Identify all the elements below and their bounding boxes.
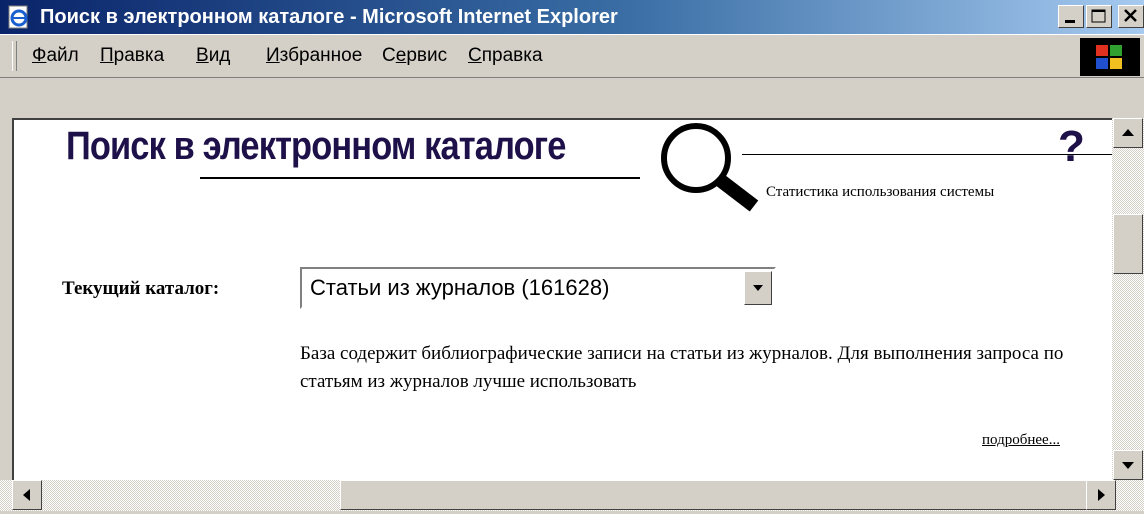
page-title: Поиск в электронном каталоге [66,124,566,168]
select-dropdown-button[interactable] [744,271,772,305]
chevron-down-icon [753,285,763,291]
catalog-select[interactable]: Статьи из журналов (161628) [300,267,776,309]
toolbar-grip[interactable] [12,41,17,71]
ie-page-icon[interactable] [6,4,32,30]
title-bar: Поиск в электронном каталоге - Microsoft… [0,0,1144,34]
maximize-button[interactable] [1086,5,1112,28]
catalog-description: База содержит библиографические записи н… [300,343,1064,392]
menu-favorites[interactable]: Избранное [266,43,362,69]
close-button[interactable] [1118,5,1144,28]
title-rule [742,154,1112,155]
toolbar-area [0,78,1144,118]
vertical-scroll-thumb[interactable] [1113,214,1143,274]
minimize-button[interactable] [1058,5,1084,28]
title-underline [200,177,640,179]
scroll-right-button[interactable] [1086,480,1116,510]
menu-bar: Файл Правка Вид Избранное Сервис Справка [0,34,1144,78]
magnifier-icon [661,123,759,212]
menu-view[interactable]: Вид [196,43,230,69]
page-content: Поиск в электронном каталоге ? Статистик… [12,118,1112,480]
menu-tools[interactable]: Сервис [382,43,447,69]
horizontal-scrollbar[interactable] [0,480,1144,511]
menu-help[interactable]: Справка [468,43,543,69]
arrow-left-icon [23,489,30,501]
arrow-up-icon [1122,129,1134,136]
help-icon[interactable]: ? [1058,122,1085,172]
more-link[interactable]: подробнее... [982,432,1060,449]
window-title: Поиск в электронном каталоге - Microsoft… [40,6,618,28]
windows-logo-icon [1080,38,1140,76]
scroll-up-button[interactable] [1113,118,1143,148]
scroll-left-button[interactable] [12,480,42,510]
vertical-scrollbar[interactable] [1112,118,1144,480]
minimize-icon [1065,20,1075,23]
catalog-label: Текущий каталог: [62,278,220,299]
arrow-down-icon [1122,462,1134,469]
horizontal-scroll-thumb[interactable] [340,480,1090,510]
close-icon [1124,9,1137,22]
stats-link[interactable]: Статистика использования системы [766,184,994,201]
scroll-down-button[interactable] [1113,450,1143,480]
catalog-select-value: Статьи из журналов (161628) [310,275,610,300]
arrow-right-icon [1098,489,1105,501]
menu-file[interactable]: Файл [32,43,79,69]
menu-edit[interactable]: Правка [100,43,164,69]
maximize-icon [1091,9,1106,23]
